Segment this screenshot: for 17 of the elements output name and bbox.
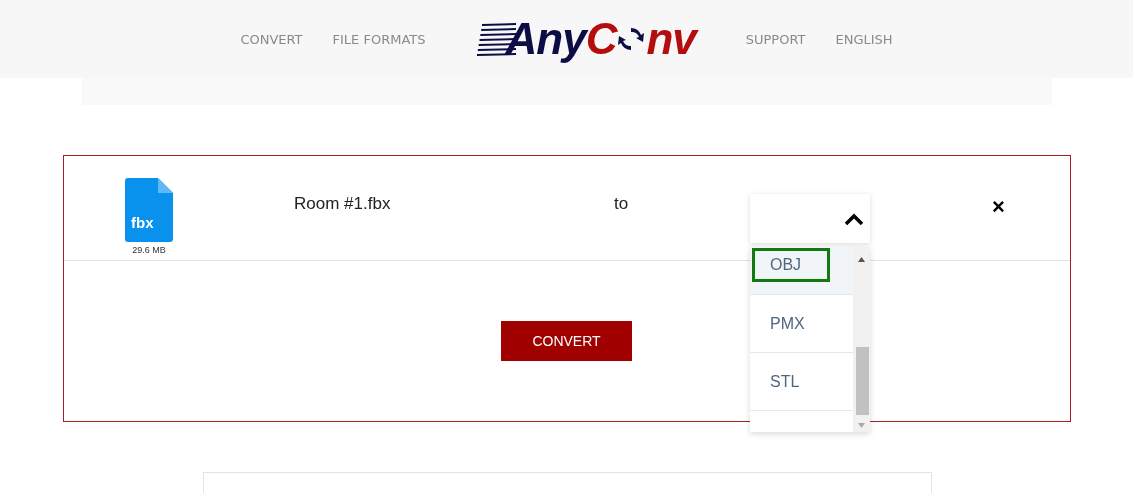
- file-size: 29.6 MB: [132, 244, 166, 255]
- format-option[interactable]: STL: [750, 353, 853, 411]
- file-icon: fbx: [125, 177, 173, 242]
- file-name: Room #1.fbx: [294, 194, 392, 214]
- nav-link[interactable]: FILE FORMATS: [332, 31, 426, 47]
- nav-link[interactable]: CONVERT: [240, 31, 303, 47]
- chevron-icon: [844, 212, 864, 226]
- scrollbar[interactable]: [853, 247, 870, 432]
- nav-link[interactable]: SUPPORT: [745, 31, 806, 47]
- to-label: to: [614, 194, 629, 214]
- format-option[interactable]: PMX: [750, 295, 853, 353]
- convert-button[interactable]: CONVERT: [501, 321, 632, 361]
- close-button[interactable]: ×: [992, 196, 1005, 218]
- scroll-down-icon[interactable]: [858, 423, 865, 428]
- format-option[interactable]: OBJ: [750, 247, 853, 295]
- nav-link[interactable]: ENGLISH: [835, 31, 893, 47]
- scroll-up-icon[interactable]: [858, 257, 865, 262]
